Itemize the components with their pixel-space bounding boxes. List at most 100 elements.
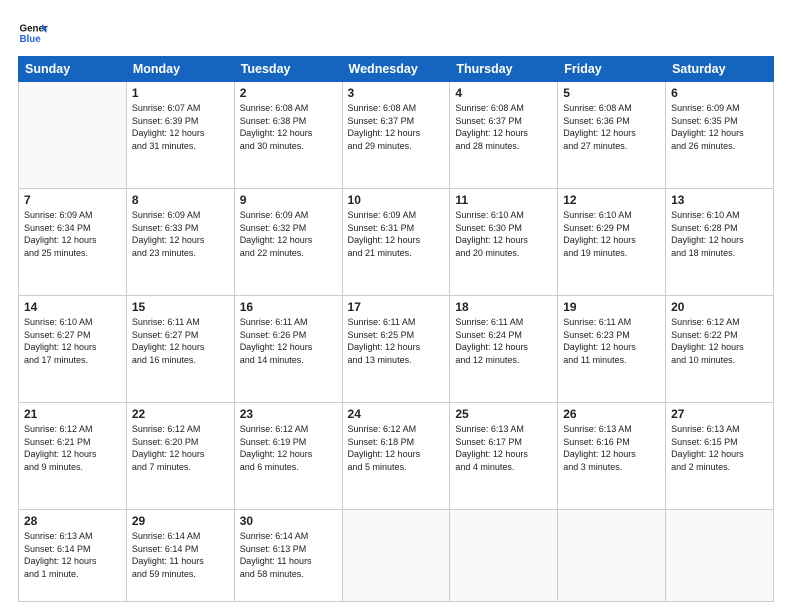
day-number: 12 bbox=[563, 193, 660, 207]
day-number: 24 bbox=[348, 407, 445, 421]
day-number: 1 bbox=[132, 86, 229, 100]
calendar-cell: 26 Sunrise: 6:13 AM Sunset: 6:16 PM Dayli… bbox=[558, 403, 666, 510]
calendar-cell: 29Sunrise: 6:14 AM Sunset: 6:14 PM Dayli… bbox=[126, 510, 234, 602]
weekday-header-sunday: Sunday bbox=[19, 57, 127, 82]
day-info: Sunrise: 6:10 AM Sunset: 6:27 PM Dayligh… bbox=[24, 316, 121, 366]
weekday-header-row: SundayMondayTuesdayWednesdayThursdayFrid… bbox=[19, 57, 774, 82]
calendar-cell: 4 Sunrise: 6:08 AM Sunset: 6:37 PM Daylig… bbox=[450, 82, 558, 189]
day-number: 10 bbox=[348, 193, 445, 207]
day-number: 19 bbox=[563, 300, 660, 314]
day-number: 22 bbox=[132, 407, 229, 421]
weekday-header-monday: Monday bbox=[126, 57, 234, 82]
calendar-cell: 9 Sunrise: 6:09 AM Sunset: 6:32 PM Daylig… bbox=[234, 189, 342, 296]
weekday-header-friday: Friday bbox=[558, 57, 666, 82]
calendar-cell: 10 Sunrise: 6:09 AM Sunset: 6:31 PM Dayli… bbox=[342, 189, 450, 296]
weekday-header-tuesday: Tuesday bbox=[234, 57, 342, 82]
calendar-cell bbox=[19, 82, 127, 189]
day-info: Sunrise: 6:10 AM Sunset: 6:28 PM Dayligh… bbox=[671, 209, 768, 259]
day-info: Sunrise: 6:14 AM Sunset: 6:13 PM Dayligh… bbox=[240, 530, 337, 580]
calendar-cell: 22 Sunrise: 6:12 AM Sunset: 6:20 PM Dayli… bbox=[126, 403, 234, 510]
day-info: Sunrise: 6:12 AM Sunset: 6:21 PM Dayligh… bbox=[24, 423, 121, 473]
calendar-cell bbox=[558, 510, 666, 602]
day-info: Sunrise: 6:08 AM Sunset: 6:36 PM Dayligh… bbox=[563, 102, 660, 152]
calendar-cell: 20 Sunrise: 6:12 AM Sunset: 6:22 PM Dayli… bbox=[666, 296, 774, 403]
calendar-cell: 17 Sunrise: 6:11 AM Sunset: 6:25 PM Dayli… bbox=[342, 296, 450, 403]
calendar-cell bbox=[342, 510, 450, 602]
weekday-header-thursday: Thursday bbox=[450, 57, 558, 82]
day-info: Sunrise: 6:08 AM Sunset: 6:38 PM Dayligh… bbox=[240, 102, 337, 152]
day-info: Sunrise: 6:13 AM Sunset: 6:17 PM Dayligh… bbox=[455, 423, 552, 473]
day-number: 21 bbox=[24, 407, 121, 421]
calendar-week-row: 21 Sunrise: 6:12 AM Sunset: 6:21 PM Dayli… bbox=[19, 403, 774, 510]
calendar-cell: 7 Sunrise: 6:09 AM Sunset: 6:34 PM Daylig… bbox=[19, 189, 127, 296]
calendar-cell: 3 Sunrise: 6:08 AM Sunset: 6:37 PM Daylig… bbox=[342, 82, 450, 189]
calendar-cell: 21 Sunrise: 6:12 AM Sunset: 6:21 PM Dayli… bbox=[19, 403, 127, 510]
day-info: Sunrise: 6:13 AM Sunset: 6:15 PM Dayligh… bbox=[671, 423, 768, 473]
day-info: Sunrise: 6:10 AM Sunset: 6:30 PM Dayligh… bbox=[455, 209, 552, 259]
calendar-cell: 8 Sunrise: 6:09 AM Sunset: 6:33 PM Daylig… bbox=[126, 189, 234, 296]
day-info: Sunrise: 6:11 AM Sunset: 6:27 PM Dayligh… bbox=[132, 316, 229, 366]
day-info: Sunrise: 6:09 AM Sunset: 6:33 PM Dayligh… bbox=[132, 209, 229, 259]
weekday-header-saturday: Saturday bbox=[666, 57, 774, 82]
day-number: 27 bbox=[671, 407, 768, 421]
day-number: 23 bbox=[240, 407, 337, 421]
calendar-cell bbox=[666, 510, 774, 602]
calendar-cell: 5Sunrise: 6:08 AM Sunset: 6:36 PM Daylig… bbox=[558, 82, 666, 189]
calendar-cell: 30 Sunrise: 6:14 AM Sunset: 6:13 PM Dayli… bbox=[234, 510, 342, 602]
day-number: 2 bbox=[240, 86, 337, 100]
day-info: Sunrise: 6:08 AM Sunset: 6:37 PM Dayligh… bbox=[455, 102, 552, 152]
day-number: 25 bbox=[455, 407, 552, 421]
day-info: Sunrise: 6:10 AM Sunset: 6:29 PM Dayligh… bbox=[563, 209, 660, 259]
calendar-cell: 24 Sunrise: 6:12 AM Sunset: 6:18 PM Dayli… bbox=[342, 403, 450, 510]
calendar-cell: 28Sunrise: 6:13 AM Sunset: 6:14 PM Dayli… bbox=[19, 510, 127, 602]
calendar-cell: 13 Sunrise: 6:10 AM Sunset: 6:28 PM Dayli… bbox=[666, 189, 774, 296]
day-number: 3 bbox=[348, 86, 445, 100]
calendar-week-row: 7 Sunrise: 6:09 AM Sunset: 6:34 PM Daylig… bbox=[19, 189, 774, 296]
svg-text:Blue: Blue bbox=[20, 34, 42, 45]
day-info: Sunrise: 6:07 AM Sunset: 6:39 PM Dayligh… bbox=[132, 102, 229, 152]
day-info: Sunrise: 6:12 AM Sunset: 6:22 PM Dayligh… bbox=[671, 316, 768, 366]
calendar-cell: 23 Sunrise: 6:12 AM Sunset: 6:19 PM Dayli… bbox=[234, 403, 342, 510]
calendar-table: SundayMondayTuesdayWednesdayThursdayFrid… bbox=[18, 56, 774, 602]
day-number: 4 bbox=[455, 86, 552, 100]
day-info: Sunrise: 6:09 AM Sunset: 6:31 PM Dayligh… bbox=[348, 209, 445, 259]
day-info: Sunrise: 6:09 AM Sunset: 6:34 PM Dayligh… bbox=[24, 209, 121, 259]
day-number: 9 bbox=[240, 193, 337, 207]
day-number: 15 bbox=[132, 300, 229, 314]
calendar-cell: 18 Sunrise: 6:11 AM Sunset: 6:24 PM Dayli… bbox=[450, 296, 558, 403]
day-info: Sunrise: 6:14 AM Sunset: 6:14 PM Dayligh… bbox=[132, 530, 229, 580]
day-info: Sunrise: 6:11 AM Sunset: 6:23 PM Dayligh… bbox=[563, 316, 660, 366]
calendar-week-row: 1 Sunrise: 6:07 AM Sunset: 6:39 PM Daylig… bbox=[19, 82, 774, 189]
day-info: Sunrise: 6:08 AM Sunset: 6:37 PM Dayligh… bbox=[348, 102, 445, 152]
calendar-cell: 15 Sunrise: 6:11 AM Sunset: 6:27 PM Dayli… bbox=[126, 296, 234, 403]
day-number: 26 bbox=[563, 407, 660, 421]
day-number: 13 bbox=[671, 193, 768, 207]
day-number: 17 bbox=[348, 300, 445, 314]
day-info: Sunrise: 6:11 AM Sunset: 6:25 PM Dayligh… bbox=[348, 316, 445, 366]
day-number: 14 bbox=[24, 300, 121, 314]
day-info: Sunrise: 6:09 AM Sunset: 6:32 PM Dayligh… bbox=[240, 209, 337, 259]
calendar-cell: 16Sunrise: 6:11 AM Sunset: 6:26 PM Dayli… bbox=[234, 296, 342, 403]
calendar-cell: 12 Sunrise: 6:10 AM Sunset: 6:29 PM Dayli… bbox=[558, 189, 666, 296]
calendar-cell bbox=[450, 510, 558, 602]
day-info: Sunrise: 6:13 AM Sunset: 6:14 PM Dayligh… bbox=[24, 530, 121, 580]
day-info: Sunrise: 6:12 AM Sunset: 6:19 PM Dayligh… bbox=[240, 423, 337, 473]
calendar-cell: 6Sunrise: 6:09 AM Sunset: 6:35 PM Daylig… bbox=[666, 82, 774, 189]
weekday-header-wednesday: Wednesday bbox=[342, 57, 450, 82]
day-number: 7 bbox=[24, 193, 121, 207]
calendar-cell: 27 Sunrise: 6:13 AM Sunset: 6:15 PM Dayli… bbox=[666, 403, 774, 510]
calendar-cell: 14 Sunrise: 6:10 AM Sunset: 6:27 PM Dayli… bbox=[19, 296, 127, 403]
day-number: 11 bbox=[455, 193, 552, 207]
day-info: Sunrise: 6:12 AM Sunset: 6:18 PM Dayligh… bbox=[348, 423, 445, 473]
day-number: 30 bbox=[240, 514, 337, 528]
day-number: 18 bbox=[455, 300, 552, 314]
day-number: 8 bbox=[132, 193, 229, 207]
day-number: 20 bbox=[671, 300, 768, 314]
day-info: Sunrise: 6:11 AM Sunset: 6:24 PM Dayligh… bbox=[455, 316, 552, 366]
page-header: General Blue bbox=[18, 18, 774, 48]
logo-icon: General Blue bbox=[18, 18, 48, 48]
day-number: 16 bbox=[240, 300, 337, 314]
day-info: Sunrise: 6:13 AM Sunset: 6:16 PM Dayligh… bbox=[563, 423, 660, 473]
calendar-cell: 2 Sunrise: 6:08 AM Sunset: 6:38 PM Daylig… bbox=[234, 82, 342, 189]
day-info: Sunrise: 6:12 AM Sunset: 6:20 PM Dayligh… bbox=[132, 423, 229, 473]
